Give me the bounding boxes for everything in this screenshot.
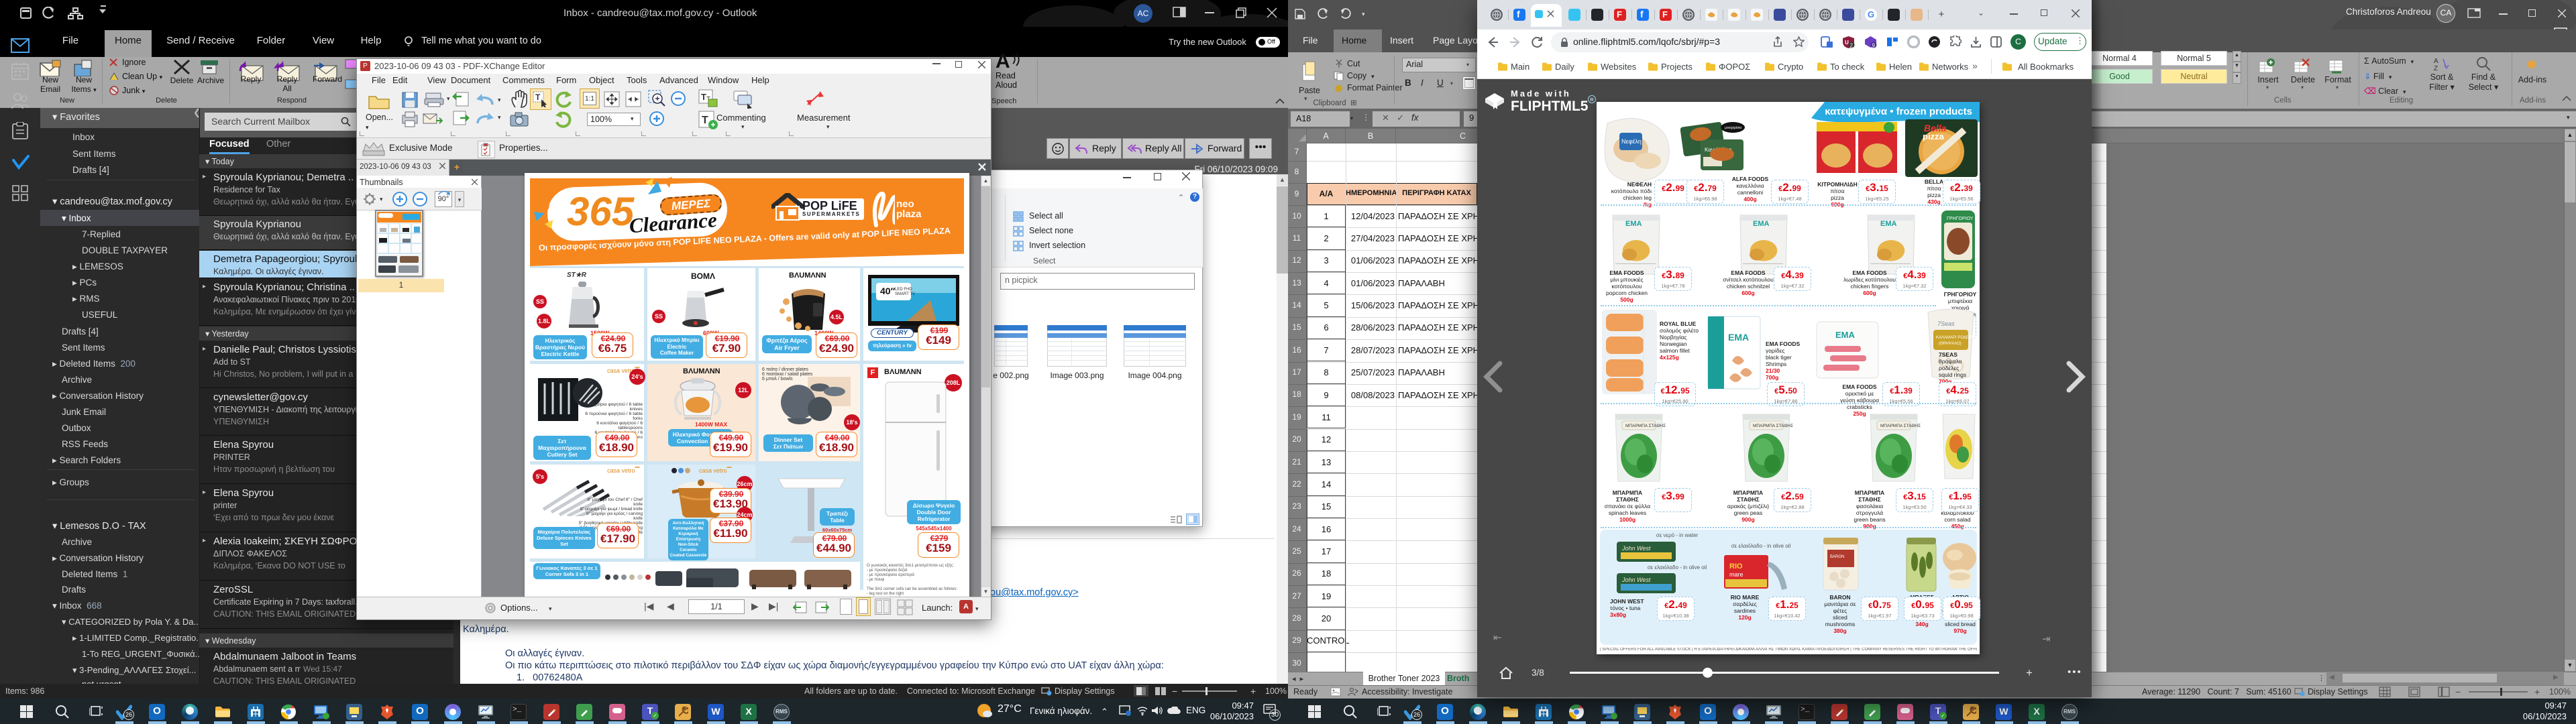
svg-text:ΜΠΑΡΜΠΑ ΣΤΑΘΗΣ: ΜΠΑΡΜΠΑ ΣΤΑΘΗΣ: [1753, 424, 1793, 428]
svg-text:ΜΠΑΡΜΠΑ ΣΤΑΘΗΣ: ΜΠΑΡΜΠΑ ΣΤΑΘΗΣ: [1625, 424, 1666, 428]
svg-text:T: T: [535, 93, 541, 102]
svg-text:John West: John West: [1621, 577, 1651, 583]
svg-text:2: 2: [1850, 43, 1854, 49]
svg-text:Νεφέλη: Νεφέλη: [1621, 138, 1642, 145]
svg-text:ΚΑΛΑΜΑΡΙ ΡΟΔΕΛΕΣ: ΚΑΛΑΜΑΡΙ ΡΟΔΕΛΕΣ: [1936, 336, 1977, 340]
svg-text:40″: 40″: [880, 286, 896, 296]
svg-text:pizza: pizza: [1923, 131, 1945, 141]
svg-text:7Seas: 7Seas: [1937, 320, 1955, 327]
svg-text:A: A: [2434, 58, 2438, 65]
svg-text:9: 9: [1872, 43, 1876, 49]
svg-text:ΜΠΑΡΜΠΑ ΣΤΑΘΗΣ: ΜΠΑΡΜΠΑ ΣΤΑΘΗΣ: [1880, 424, 1921, 428]
svg-text:ΓΡΗΓΟΡΙΟΥ: ΓΡΗΓΟΡΙΟΥ: [1947, 217, 1974, 221]
svg-text:RIO: RIO: [1729, 562, 1743, 570]
svg-text:μοσχαρίσια: μοσχαρίσια: [1725, 126, 1741, 130]
svg-text:EMA: EMA: [1625, 220, 1642, 228]
svg-text:T: T: [701, 92, 706, 102]
svg-text:EMA: EMA: [1728, 332, 1749, 343]
svg-text:U: U: [1845, 40, 1849, 46]
svg-text:SMART TV: SMART TV: [895, 292, 915, 296]
svg-text:BARON: BARON: [1830, 555, 1844, 559]
svg-text:John West: John West: [1621, 545, 1651, 552]
svg-text:LED FHD: LED FHD: [895, 288, 912, 292]
svg-text:EMA: EMA: [1835, 330, 1856, 340]
svg-text:EMA: EMA: [1753, 220, 1770, 228]
svg-text:A: A: [996, 50, 1010, 71]
svg-text:T: T: [702, 115, 708, 126]
svg-text:mare: mare: [1729, 571, 1743, 578]
svg-text:EMA: EMA: [1880, 220, 1897, 228]
svg-text:(ΘΡΑΨΑΛΟ): (ΘΡΑΨΑΛΟ): [1939, 342, 1962, 346]
svg-text:Z: Z: [2434, 65, 2438, 71]
